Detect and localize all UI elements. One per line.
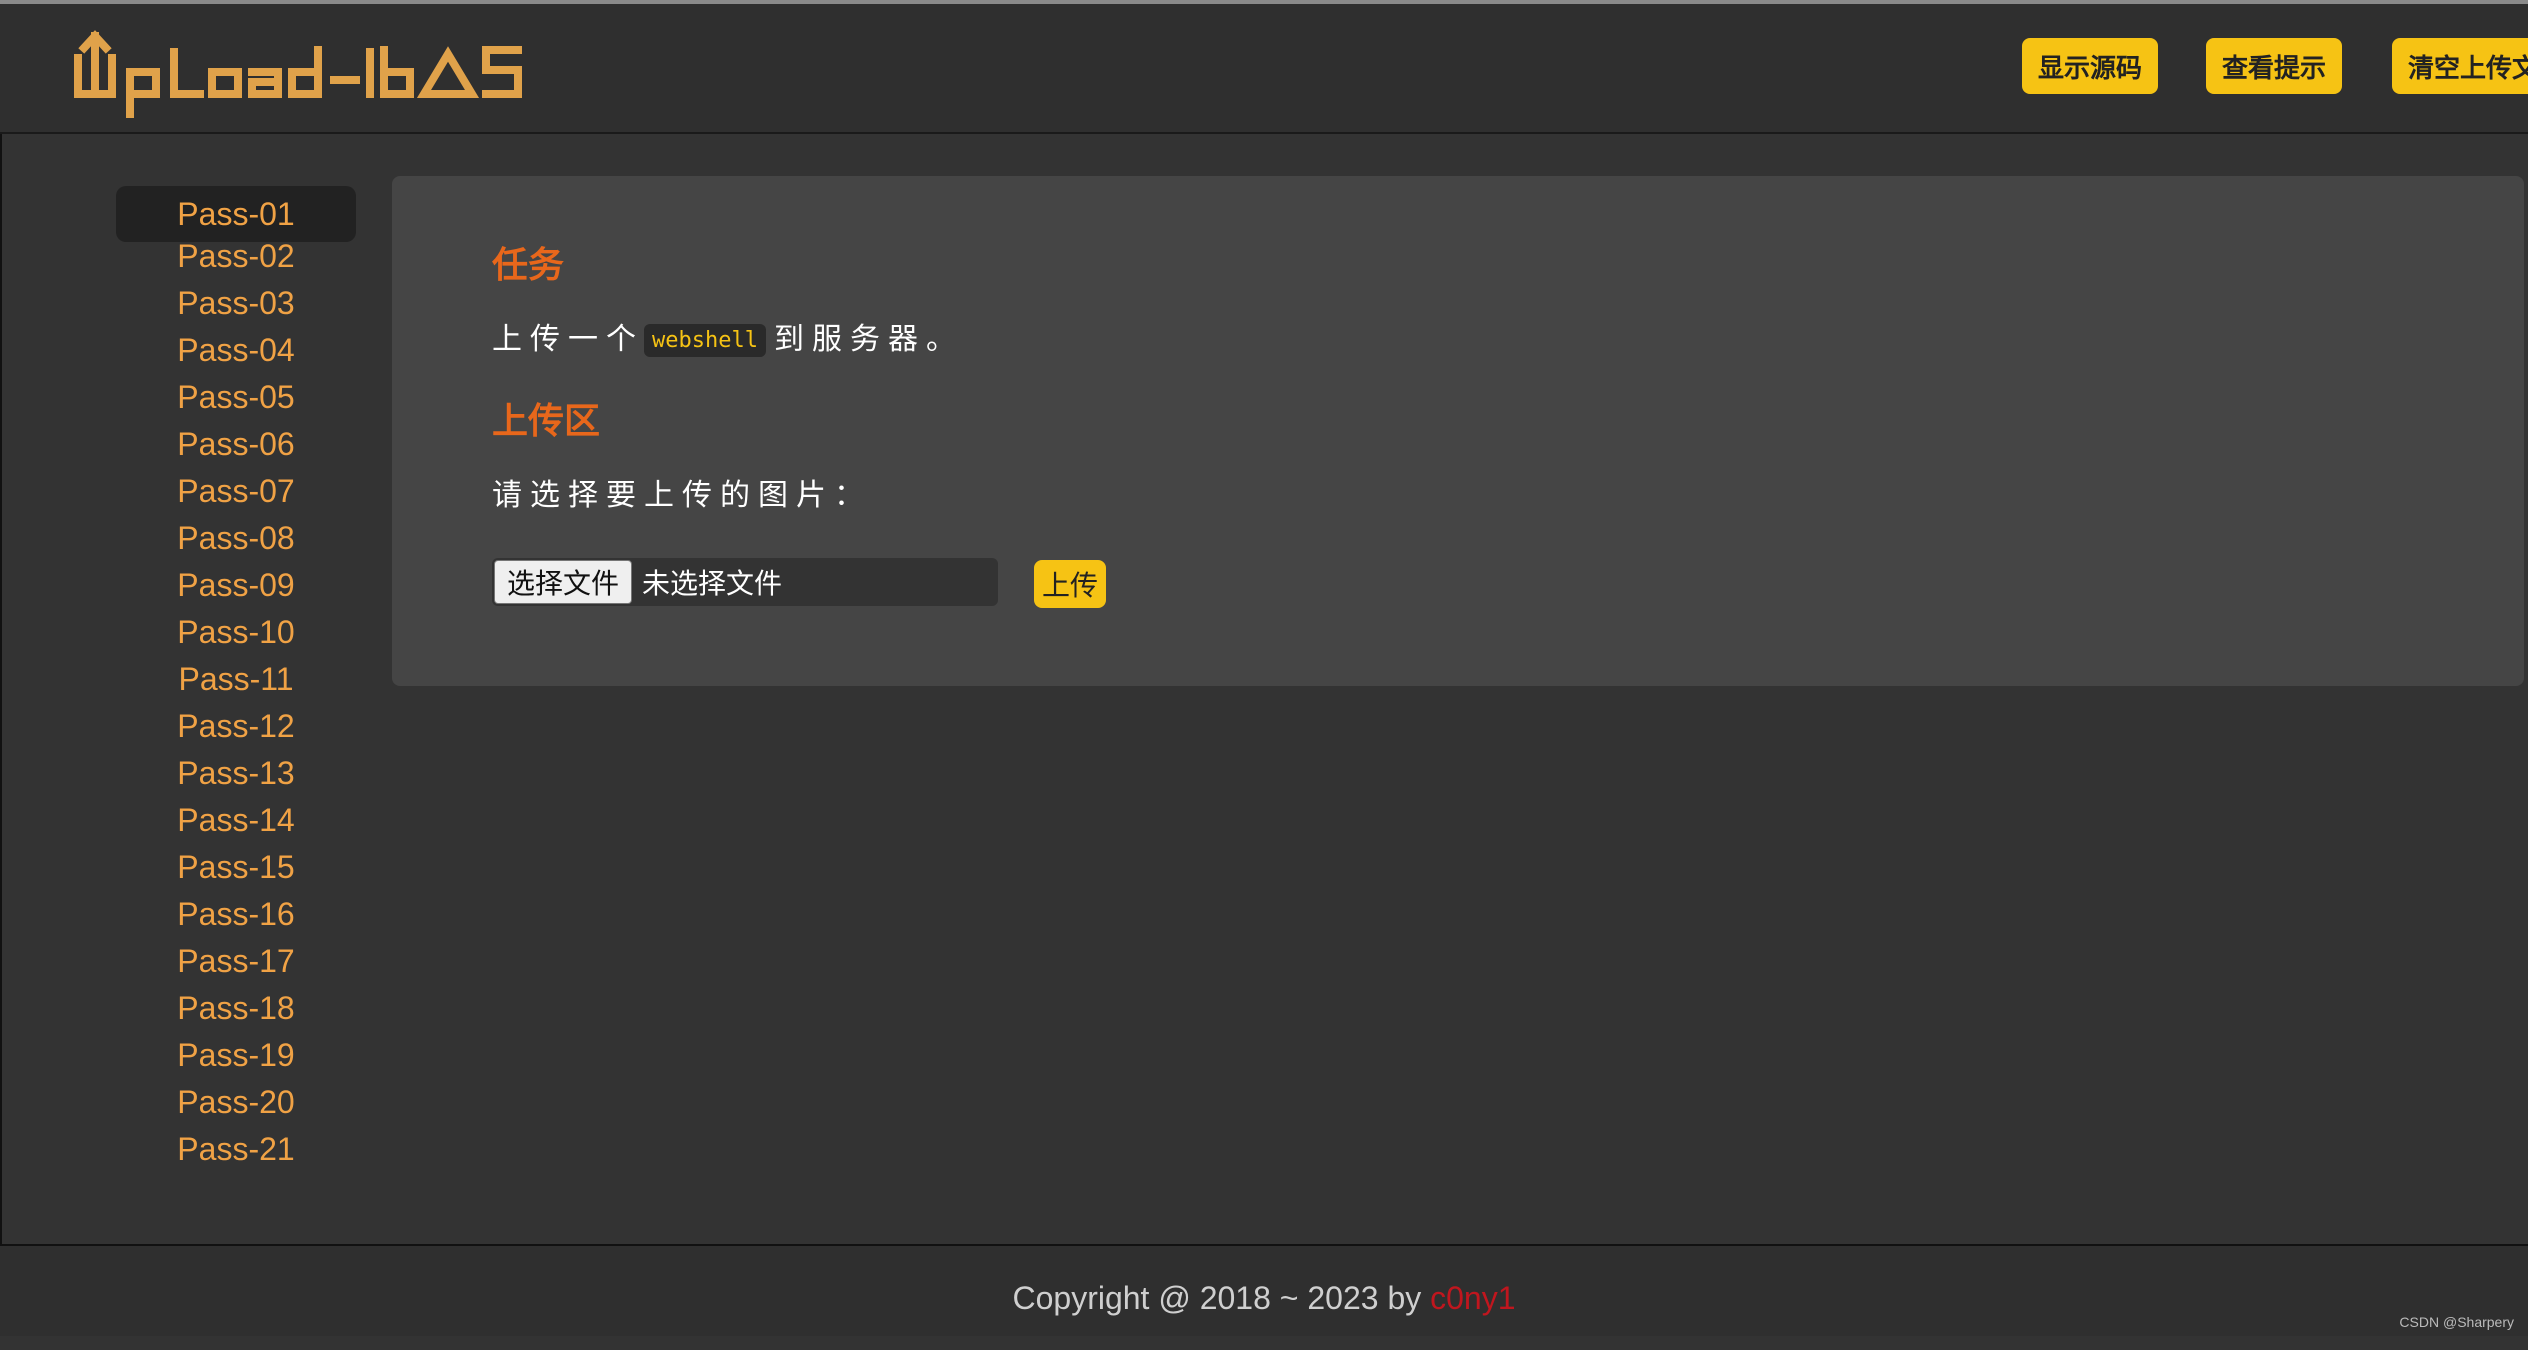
sidebar-item-pass-04[interactable]: Pass-04 [116,327,356,374]
sidebar-item-pass-18[interactable]: Pass-18 [116,985,356,1032]
task-heading: 任务 [492,236,564,288]
sidebar-item-pass-06[interactable]: Pass-06 [116,421,356,468]
sidebar-item-pass-17[interactable]: Pass-17 [116,938,356,985]
sidebar-item-pass-20[interactable]: Pass-20 [116,1079,356,1126]
task-panel: 任务 上传一个webshell到服务器。 上传区 请选择要上传的图片： 选择文件… [392,176,2524,686]
level-sidebar: Pass-01 Pass-02 Pass-03 Pass-04 Pass-05 … [116,186,356,1173]
footer: Copyright @ 2018 ~ 2023 by c0ny1 [0,1246,2528,1336]
file-input[interactable]: 选择文件 未选择文件 [492,558,998,606]
upload-submit-button[interactable]: 上传 [1034,560,1106,608]
upload-heading: 上传区 [492,392,600,444]
sidebar-item-pass-21[interactable]: Pass-21 [116,1126,356,1173]
view-hint-button[interactable]: 查看提示 [2206,38,2342,94]
header-bar: 显示源码 查看提示 清空上传文件 [0,4,2528,134]
sidebar-item-pass-13[interactable]: Pass-13 [116,750,356,797]
sidebar-item-pass-19[interactable]: Pass-19 [116,1032,356,1079]
upload-labs-logo [72,28,532,118]
show-source-button[interactable]: 显示源码 [2022,38,2158,94]
sidebar-item-pass-07[interactable]: Pass-07 [116,468,356,515]
clear-uploads-button[interactable]: 清空上传文件 [2392,38,2528,94]
sidebar-item-pass-09[interactable]: Pass-09 [116,562,356,609]
sidebar-item-pass-08[interactable]: Pass-08 [116,515,356,562]
sidebar-item-pass-16[interactable]: Pass-16 [116,891,356,938]
author-link[interactable]: c0ny1 [1430,1280,1515,1316]
copyright-text: Copyright @ 2018 ~ 2023 by [1012,1280,1430,1316]
sidebar-item-pass-11[interactable]: Pass-11 [116,656,356,703]
sidebar-item-pass-02[interactable]: Pass-02 [116,233,356,280]
sidebar-item-pass-12[interactable]: Pass-12 [116,703,356,750]
sidebar-item-pass-10[interactable]: Pass-10 [116,609,356,656]
task-suffix: 到服务器。 [774,322,964,357]
file-status: 未选择文件 [642,562,782,602]
sidebar-item-pass-05[interactable]: Pass-05 [116,374,356,421]
sidebar-item-pass-14[interactable]: Pass-14 [116,797,356,844]
sidebar-item-pass-15[interactable]: Pass-15 [116,844,356,891]
task-description: 上传一个webshell到服务器。 [492,314,964,358]
upload-prompt: 请选择要上传的图片： [492,470,872,514]
sidebar-item-pass-03[interactable]: Pass-03 [116,280,356,327]
webshell-code: webshell [644,324,766,357]
task-prefix: 上传一个 [492,322,644,357]
csdn-watermark: CSDN @Sharpery [2399,1314,2514,1330]
choose-file-button[interactable]: 选择文件 [494,560,632,604]
